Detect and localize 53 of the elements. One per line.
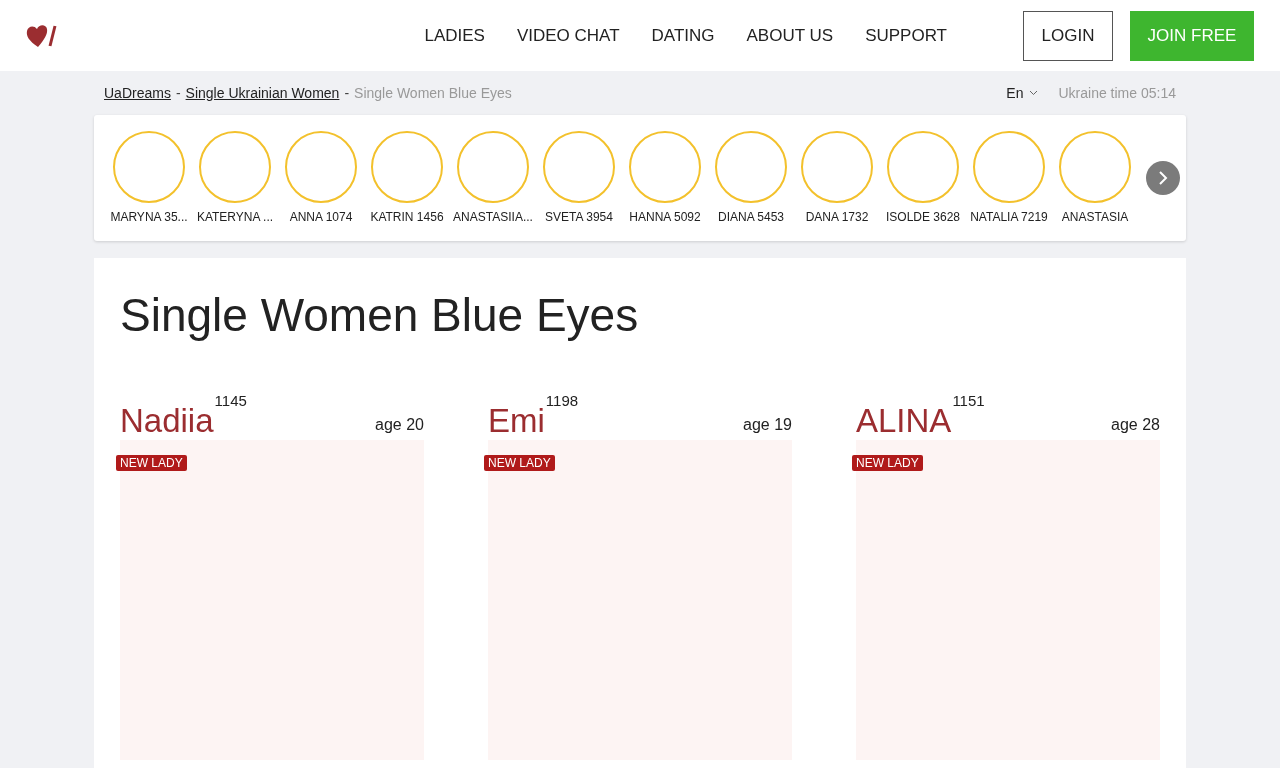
breadcrumb-link[interactable]: UaDreams bbox=[104, 85, 171, 101]
next-arrow-button[interactable] bbox=[1146, 161, 1180, 195]
profile-name[interactable]: Emi bbox=[488, 402, 545, 440]
story-name[interactable]: ANASTASIA bbox=[1061, 210, 1129, 224]
story-avatar[interactable] bbox=[973, 131, 1045, 203]
story-avatar[interactable] bbox=[285, 131, 357, 203]
nav-link[interactable]: LADIES bbox=[424, 25, 485, 46]
story-avatar[interactable] bbox=[543, 131, 615, 203]
profile-id: 1151 bbox=[952, 392, 985, 409]
ukraine-time: Ukraine time 05:14 bbox=[1058, 85, 1176, 101]
story-name[interactable]: MARYNA 35... bbox=[110, 210, 188, 224]
new-lady-badge: NEW LADY bbox=[484, 455, 555, 471]
language-selector[interactable]: En bbox=[1006, 85, 1039, 101]
story-name[interactable]: DANA 1732 bbox=[805, 210, 869, 224]
chevron-down-icon bbox=[1029, 90, 1039, 96]
breadcrumb-separator: - bbox=[175, 85, 181, 101]
profile-age: age 20 bbox=[375, 416, 424, 434]
profile-name[interactable]: ALINA bbox=[856, 402, 952, 440]
story-avatar[interactable] bbox=[457, 131, 529, 203]
story-name[interactable]: ANNA 1074 bbox=[289, 210, 353, 224]
story-avatar[interactable] bbox=[1059, 131, 1131, 203]
story-avatar[interactable] bbox=[199, 131, 271, 203]
nav-link[interactable]: DATING bbox=[651, 25, 715, 46]
story-avatar[interactable] bbox=[113, 131, 185, 203]
breadcrumb-link[interactable]: Single Ukrainian Women bbox=[185, 85, 340, 101]
new-lady-badge: NEW LADY bbox=[116, 455, 187, 471]
profile-id: 1198 bbox=[545, 392, 579, 409]
new-lady-badge: NEW LADY bbox=[852, 455, 923, 471]
story-name[interactable]: HANNA 5092 bbox=[629, 210, 701, 224]
story-name[interactable]: DIANA 5453 bbox=[717, 210, 784, 224]
breadcrumb-current: Single Women Blue Eyes bbox=[354, 85, 512, 101]
nav-link[interactable]: SUPPORT bbox=[865, 25, 947, 46]
story-name[interactable]: ISOLDE 3628 bbox=[885, 210, 960, 224]
story-name[interactable]: KATERYNA ... bbox=[196, 210, 274, 224]
story-name[interactable]: NATALIA 7219 bbox=[970, 210, 1048, 224]
story-avatar[interactable] bbox=[887, 131, 959, 203]
profile-age: age 19 bbox=[743, 416, 792, 434]
login-button[interactable]: LOGIN bbox=[1023, 10, 1113, 61]
breadcrumb-separator: - bbox=[344, 85, 350, 101]
profile-id: 1145 bbox=[214, 392, 247, 409]
story-name[interactable]: ANASTASIIA... bbox=[453, 210, 533, 224]
profile-name[interactable]: Nadiia bbox=[120, 402, 214, 440]
page-title: Single Women Blue Eyes bbox=[120, 288, 640, 342]
nav-link[interactable]: VIDEO CHAT bbox=[516, 25, 620, 46]
story-avatar[interactable] bbox=[715, 131, 787, 203]
chevron-right-icon bbox=[1158, 170, 1168, 186]
story-avatar[interactable] bbox=[801, 131, 873, 203]
profile-age: age 28 bbox=[1111, 416, 1160, 434]
nav-link[interactable]: ABOUT US bbox=[746, 25, 834, 46]
story-name[interactable]: SVETA 3954 bbox=[545, 210, 613, 224]
story-avatar[interactable] bbox=[629, 131, 701, 203]
story-name[interactable]: KATRIN 1456 bbox=[370, 210, 444, 224]
story-avatar[interactable] bbox=[371, 131, 443, 203]
